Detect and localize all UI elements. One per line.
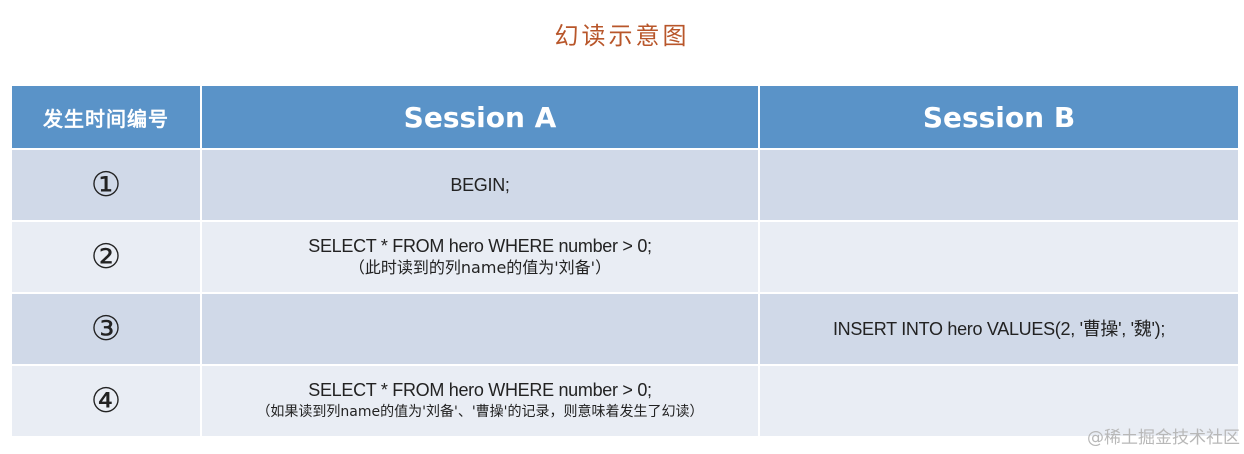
sequence-number: ③: [10, 292, 202, 366]
sequence-number: ④: [10, 364, 202, 438]
session-a-cell: [200, 292, 760, 366]
watermark: @稀土掘金技术社区: [1087, 428, 1240, 448]
session-a-cell: SELECT * FROM hero WHERE number > 0; （此时…: [200, 220, 760, 294]
session-b-sql: INSERT INTO hero VALUES(2, '曹操', '魏');: [832, 319, 1166, 339]
table-row: ② SELECT * FROM hero WHERE number > 0; （…: [10, 220, 1240, 294]
session-b-cell: [758, 220, 1240, 294]
session-a-note: （如果读到列name的值为'刘备'、'曹操'的记录，则意味着发生了幻读）: [256, 404, 704, 420]
header-time-sequence: 发生时间编号: [10, 84, 202, 150]
sequence-number: ①: [10, 148, 202, 222]
table-row: ④ SELECT * FROM hero WHERE number > 0; （…: [10, 364, 1240, 438]
header-session-b: Session B: [758, 84, 1240, 150]
session-a-sql: SELECT * FROM hero WHERE number > 0;: [308, 380, 652, 400]
session-b-cell: [758, 148, 1240, 222]
session-a-sql: SELECT * FROM hero WHERE number > 0;: [308, 236, 652, 256]
table-row: ③ INSERT INTO hero VALUES(2, '曹操', '魏');: [10, 292, 1240, 366]
header-row: 发生时间编号 Session A Session B: [10, 84, 1240, 150]
table-row: ① BEGIN;: [10, 148, 1240, 222]
sequence-number: ②: [10, 220, 202, 294]
session-a-note: （此时读到的列name的值为'刘备'）: [348, 258, 612, 277]
session-a-sql: BEGIN;: [450, 175, 510, 195]
session-b-cell: INSERT INTO hero VALUES(2, '曹操', '魏');: [758, 292, 1240, 366]
session-a-cell: SELECT * FROM hero WHERE number > 0; （如果…: [200, 364, 760, 438]
session-a-cell: BEGIN;: [200, 148, 760, 222]
diagram-title: 幻读示意图: [554, 22, 690, 50]
phantom-read-table: 发生时间编号 Session A Session B ① BEGIN; ② SE…: [10, 84, 1240, 438]
header-session-a: Session A: [200, 84, 760, 150]
